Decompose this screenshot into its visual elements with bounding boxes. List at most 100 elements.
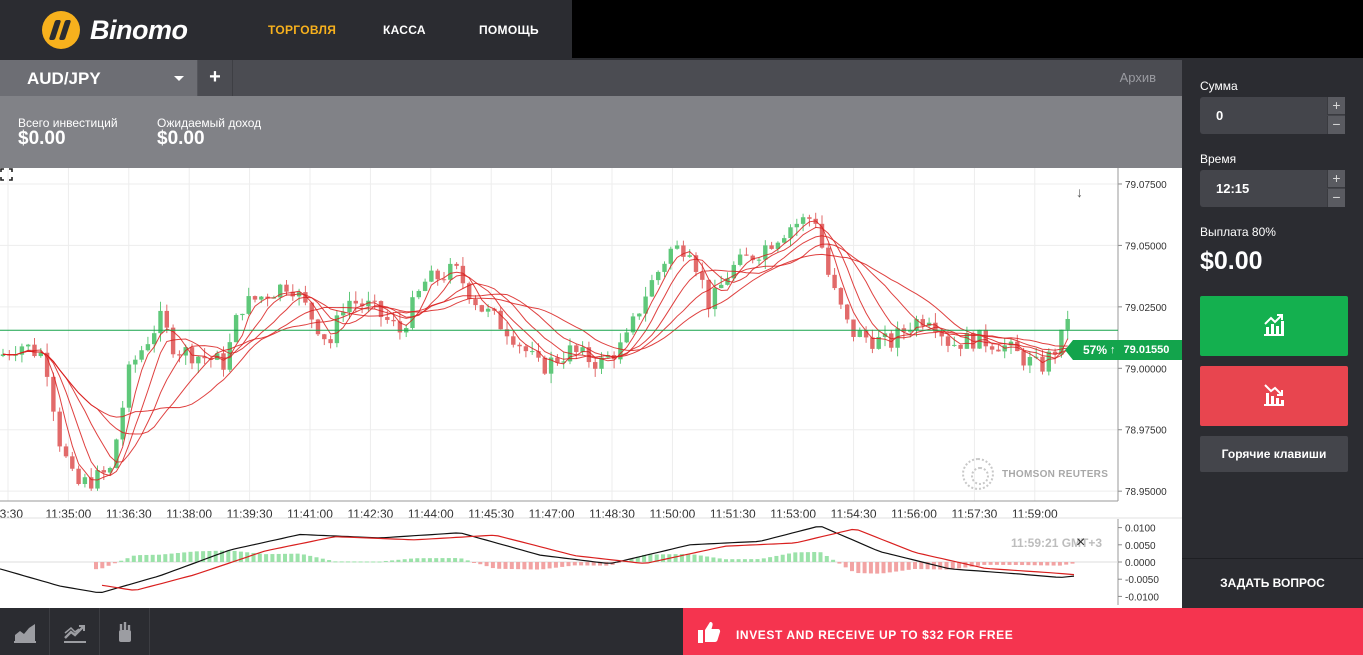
x-tick-label: 33:30 (0, 507, 23, 521)
y-tick-label: 78.97500 (1125, 426, 1167, 437)
candle-body (838, 288, 844, 305)
fullscreen-icon[interactable] (0, 168, 13, 181)
candle-body (637, 313, 642, 317)
current-price-badge: 57% ↑ 79.01550 (1065, 340, 1182, 360)
histogram-bar (799, 552, 804, 562)
histogram-bar (478, 562, 483, 565)
oscillator-close-button[interactable]: × (1076, 534, 1085, 552)
ask-question-button[interactable]: ЗАДАТЬ ВОПРОС (1182, 576, 1363, 590)
candle-body (989, 346, 995, 350)
candle-body (51, 376, 56, 412)
histogram-bar (157, 554, 161, 562)
histogram-bar (320, 558, 325, 562)
histogram-bar (673, 554, 678, 562)
candle-body (763, 245, 768, 260)
buy-up-button[interactable] (1200, 296, 1348, 356)
nav-trading[interactable]: ТОРГОВЛЯ (268, 23, 336, 37)
histogram-bar (661, 554, 665, 562)
histogram-bar (692, 554, 697, 562)
archive-link[interactable]: Архив (1120, 70, 1156, 85)
candle-body (687, 255, 692, 257)
histogram-bar (768, 557, 773, 562)
buy-down-button[interactable] (1200, 366, 1348, 426)
candle-body (120, 407, 125, 440)
histogram-bar (415, 558, 420, 562)
candle-body (807, 217, 812, 219)
candle-body (164, 310, 169, 328)
panel-divider (1182, 558, 1363, 559)
candle-body (76, 468, 81, 485)
histogram-bar (862, 562, 867, 574)
chart-type-button[interactable] (0, 608, 50, 655)
thomson-reuters-watermark: THOMSON REUTERS (962, 458, 1108, 490)
logo[interactable]: Binomo (42, 11, 188, 49)
histogram-bar (106, 562, 111, 566)
candle-body (857, 330, 862, 337)
histogram-bar (856, 562, 861, 574)
histogram-bar (560, 562, 565, 567)
x-tick-label: 11:47:00 (529, 507, 575, 521)
histogram-bar (1045, 562, 1050, 566)
histogram-bar (894, 562, 899, 572)
nav-cashier[interactable]: КАССА (383, 23, 426, 37)
time-increase-button[interactable]: + (1327, 170, 1345, 188)
trade-panel: Сумма 0 + − Время 12:15 + − Выплата 80% … (1182, 58, 1363, 655)
reuters-text: THOMSON REUTERS (1002, 468, 1109, 480)
histogram-bar (522, 562, 527, 570)
promo-banner[interactable]: INVEST AND RECEIVE UP TO $32 FOR FREE (683, 608, 1363, 655)
histogram-bar (175, 552, 180, 562)
histogram-bar (257, 553, 262, 562)
nav-help[interactable]: ПОМОЩЬ (479, 23, 539, 37)
candle-body (662, 263, 667, 272)
candle-body (769, 245, 774, 249)
x-tick-label: 11:36:30 (106, 507, 152, 521)
x-tick-label: 11:35:00 (45, 507, 91, 521)
drawing-tools-button[interactable] (100, 608, 150, 655)
histogram-bar (465, 560, 470, 562)
indicators-button[interactable] (50, 608, 100, 655)
histogram-bar (579, 562, 584, 566)
price-chart[interactable]: 33:30 11:35:00 11:36:30 11:38:00 11:39:30 11:… (0, 168, 1182, 608)
histogram-bar (169, 553, 174, 562)
candle-body (851, 319, 856, 337)
payout-label: Выплата 80% (1200, 225, 1276, 239)
candle-body (794, 223, 799, 228)
histogram-bar (427, 558, 432, 562)
histogram-bar (509, 562, 514, 570)
chart-canvas[interactable]: 33:30 11:35:00 11:36:30 11:38:00 11:39:30 11:… (0, 168, 1182, 608)
histogram-bar (528, 562, 533, 570)
histogram-bar (188, 551, 193, 562)
amount-increase-button[interactable]: + (1327, 97, 1345, 115)
amount-decrease-button[interactable]: − (1327, 116, 1345, 134)
histogram-bar (396, 559, 401, 562)
x-tick-label: 11:59:00 (1012, 507, 1058, 521)
histogram-bar (585, 562, 590, 566)
candle-body (410, 297, 415, 329)
histogram-bar (553, 562, 558, 568)
histogram-bar (377, 561, 382, 563)
add-asset-button[interactable]: + (197, 60, 233, 96)
histogram-bar (112, 562, 117, 564)
histogram-bar (705, 556, 710, 562)
histogram-bar (119, 560, 124, 562)
time-field[interactable]: 12:15 + − (1200, 170, 1345, 207)
histogram-bar (547, 562, 552, 569)
hotkeys-button[interactable]: Горячие клавиши (1200, 436, 1348, 472)
candle-body (328, 339, 333, 344)
candle-body (800, 217, 806, 224)
histogram-bar (453, 558, 458, 562)
histogram-bar (950, 562, 955, 570)
chart-down-icon (1264, 384, 1284, 406)
candle-body (485, 308, 491, 312)
histogram-bar (724, 559, 728, 562)
time-decrease-button[interactable]: − (1327, 189, 1345, 207)
arrow-down-icon[interactable]: ↓ (1076, 184, 1083, 200)
candle-body (448, 263, 453, 280)
asset-selector[interactable]: AUD/JPY (0, 60, 197, 96)
histogram-bar (881, 562, 886, 574)
current-price: 79.01550 (1123, 344, 1170, 356)
candle-body (517, 344, 522, 347)
x-tick-label: 11:57:30 (951, 507, 997, 521)
histogram-bar (698, 555, 703, 562)
amount-field[interactable]: 0 + − (1200, 97, 1345, 134)
